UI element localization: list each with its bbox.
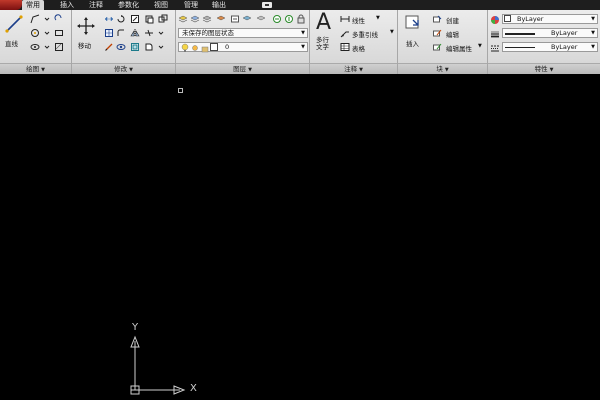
move-icon[interactable] — [76, 16, 96, 36]
crosshair-pickbox — [178, 88, 183, 93]
mtext-label[interactable]: 多行 文字 — [316, 37, 329, 51]
insert-block-icon[interactable] — [404, 14, 422, 32]
dropdown-arrow-icon[interactable]: ▼ — [376, 15, 380, 21]
polyline-icon[interactable] — [30, 14, 40, 24]
edit-attributes-label[interactable]: 编辑属性 — [446, 43, 472, 53]
properties-panel: ByLayer ▼ ByLayer ▼ ByLayer ▼ 特性 ▼ — [488, 10, 600, 74]
trim-icon[interactable] — [130, 14, 140, 24]
unlock-icon — [200, 43, 209, 53]
ellipse-icon[interactable] — [30, 42, 40, 52]
line-icon[interactable] — [4, 14, 24, 34]
explode-icon[interactable] — [144, 28, 154, 38]
insert-label[interactable]: 插入 — [406, 38, 419, 48]
block-panel-title[interactable]: 块 ▼ — [398, 63, 487, 74]
dropdown-arrow-icon[interactable] — [42, 14, 52, 24]
edit-attributes-icon[interactable] — [432, 42, 442, 52]
linetype-sample — [505, 47, 535, 48]
lineweight-icon[interactable] — [490, 29, 500, 39]
tab-view[interactable]: 视图 — [150, 0, 172, 10]
ribbon: 直线 绘图 ▼ 移动 修改 ▼ 未保存的图层状态 ▼ 0 ▼ 图层 ▼ A 多行… — [0, 10, 600, 74]
autocad-window: 常用 插入 注释 参数化 视图 管理 输出 直线 绘图 ▼ 移动 修改 ▼ 未保… — [0, 0, 600, 400]
mtext-icon[interactable]: A — [316, 10, 331, 35]
stretch-icon[interactable] — [104, 42, 114, 52]
sun-icon — [190, 43, 198, 51]
modify-panel: 移动 修改 ▼ — [72, 10, 176, 74]
layers-panel-title[interactable]: 图层 ▼ — [176, 63, 309, 74]
scale-icon[interactable] — [116, 42, 126, 52]
multileader-label[interactable]: 多重引线 — [352, 29, 378, 39]
drawing-canvas[interactable]: Y X — [0, 74, 600, 400]
move-label: 移动 — [78, 42, 91, 50]
layer-properties-icon[interactable] — [178, 14, 188, 24]
layer-previous-icon[interactable] — [272, 14, 282, 24]
block-panel: 插入 创建 编辑 编辑属性 ▼ 块 ▼ — [398, 10, 488, 74]
tab-manage[interactable]: 管理 — [180, 0, 202, 10]
linear-label[interactable]: 线性 — [352, 15, 365, 25]
table-icon[interactable] — [340, 42, 350, 52]
dropdown-arrow-icon[interactable] — [156, 28, 166, 38]
erase-icon[interactable] — [144, 14, 154, 24]
rotate-icon[interactable] — [116, 14, 126, 24]
array-icon[interactable] — [104, 28, 114, 38]
circle-icon[interactable] — [30, 28, 40, 38]
layer-match-icon[interactable] — [230, 14, 240, 24]
dropdown-arrow-icon[interactable]: ▼ — [390, 29, 394, 35]
ucs-x-label: X — [190, 383, 197, 394]
annotation-panel: A 多行 文字 线性 ▼ 多重引线 ▼ 表格 注释 ▼ — [310, 10, 398, 74]
color-swatch — [504, 15, 511, 22]
multileader-icon[interactable] — [340, 28, 350, 38]
layer-lock-icon[interactable] — [296, 14, 306, 24]
create-block-icon[interactable] — [432, 14, 442, 24]
match-properties-icon[interactable] — [490, 15, 500, 25]
tab-parametric[interactable]: 参数化 — [114, 0, 143, 10]
create-label[interactable]: 创建 — [446, 15, 459, 25]
layer-isolate-icon[interactable] — [202, 14, 212, 24]
layer-color-swatch — [210, 43, 218, 51]
draw-panel: 直线 绘图 ▼ — [0, 10, 72, 74]
offset-icon[interactable] — [130, 42, 140, 52]
layer-unisolate-icon[interactable] — [216, 14, 226, 24]
edit-block-icon[interactable] — [432, 28, 442, 38]
minimize-ribbon-icon[interactable] — [262, 2, 272, 8]
dropdown-arrow-icon[interactable] — [156, 42, 166, 52]
dropdown-arrow-icon[interactable] — [42, 28, 52, 38]
linear-dimension-icon[interactable] — [340, 14, 350, 24]
layer-state-dropdown[interactable]: 未保存的图层状态 ▼ — [178, 28, 308, 38]
tab-annotate[interactable]: 注释 — [85, 0, 107, 10]
dropdown-arrow-icon[interactable] — [42, 42, 52, 52]
ucs-y-label: Y — [132, 322, 139, 333]
tab-output[interactable]: 输出 — [208, 0, 230, 10]
ribbon-tab-bar: 常用 插入 注释 参数化 视图 管理 输出 — [0, 0, 600, 10]
application-menu-button[interactable] — [0, 0, 22, 10]
copy-icon[interactable] — [104, 14, 114, 24]
properties-panel-title[interactable]: 特性 ▼ — [488, 63, 600, 74]
tab-insert[interactable]: 插入 — [56, 0, 78, 10]
layers-panel: 未保存的图层状态 ▼ 0 ▼ 图层 ▼ — [176, 10, 310, 74]
line-label: 直线 — [5, 40, 18, 48]
lineweight-sample — [505, 33, 535, 35]
modify-panel-title[interactable]: 修改 ▼ — [72, 63, 175, 74]
mirror-icon[interactable] — [130, 28, 140, 38]
rectangle-icon[interactable] — [54, 28, 64, 38]
layer-walk-icon[interactable] — [284, 14, 294, 24]
fillet-icon[interactable] — [116, 28, 126, 38]
linetype-icon[interactable] — [490, 43, 500, 53]
draw-panel-title[interactable]: 绘图 ▼ — [0, 63, 71, 74]
copy-objects-icon[interactable] — [158, 14, 168, 24]
layer-off-icon[interactable] — [256, 14, 266, 24]
color-dropdown[interactable]: ByLayer ▼ — [502, 14, 598, 24]
tab-home[interactable]: 常用 — [22, 0, 44, 10]
table-label[interactable]: 表格 — [352, 43, 365, 53]
annotation-panel-title[interactable]: 注释 ▼ — [310, 63, 397, 74]
dropdown-arrow-icon[interactable]: ▼ — [478, 43, 482, 49]
ucs-icon: Y X — [120, 319, 210, 400]
layer-state-icon[interactable] — [190, 14, 200, 24]
chamfer-icon[interactable] — [144, 42, 154, 52]
edit-label[interactable]: 编辑 — [446, 29, 459, 39]
bulb-icon — [180, 43, 189, 52]
move-redo-icon[interactable] — [54, 14, 64, 24]
layer-freeze-icon[interactable] — [242, 14, 252, 24]
hatch-icon[interactable] — [54, 42, 64, 52]
